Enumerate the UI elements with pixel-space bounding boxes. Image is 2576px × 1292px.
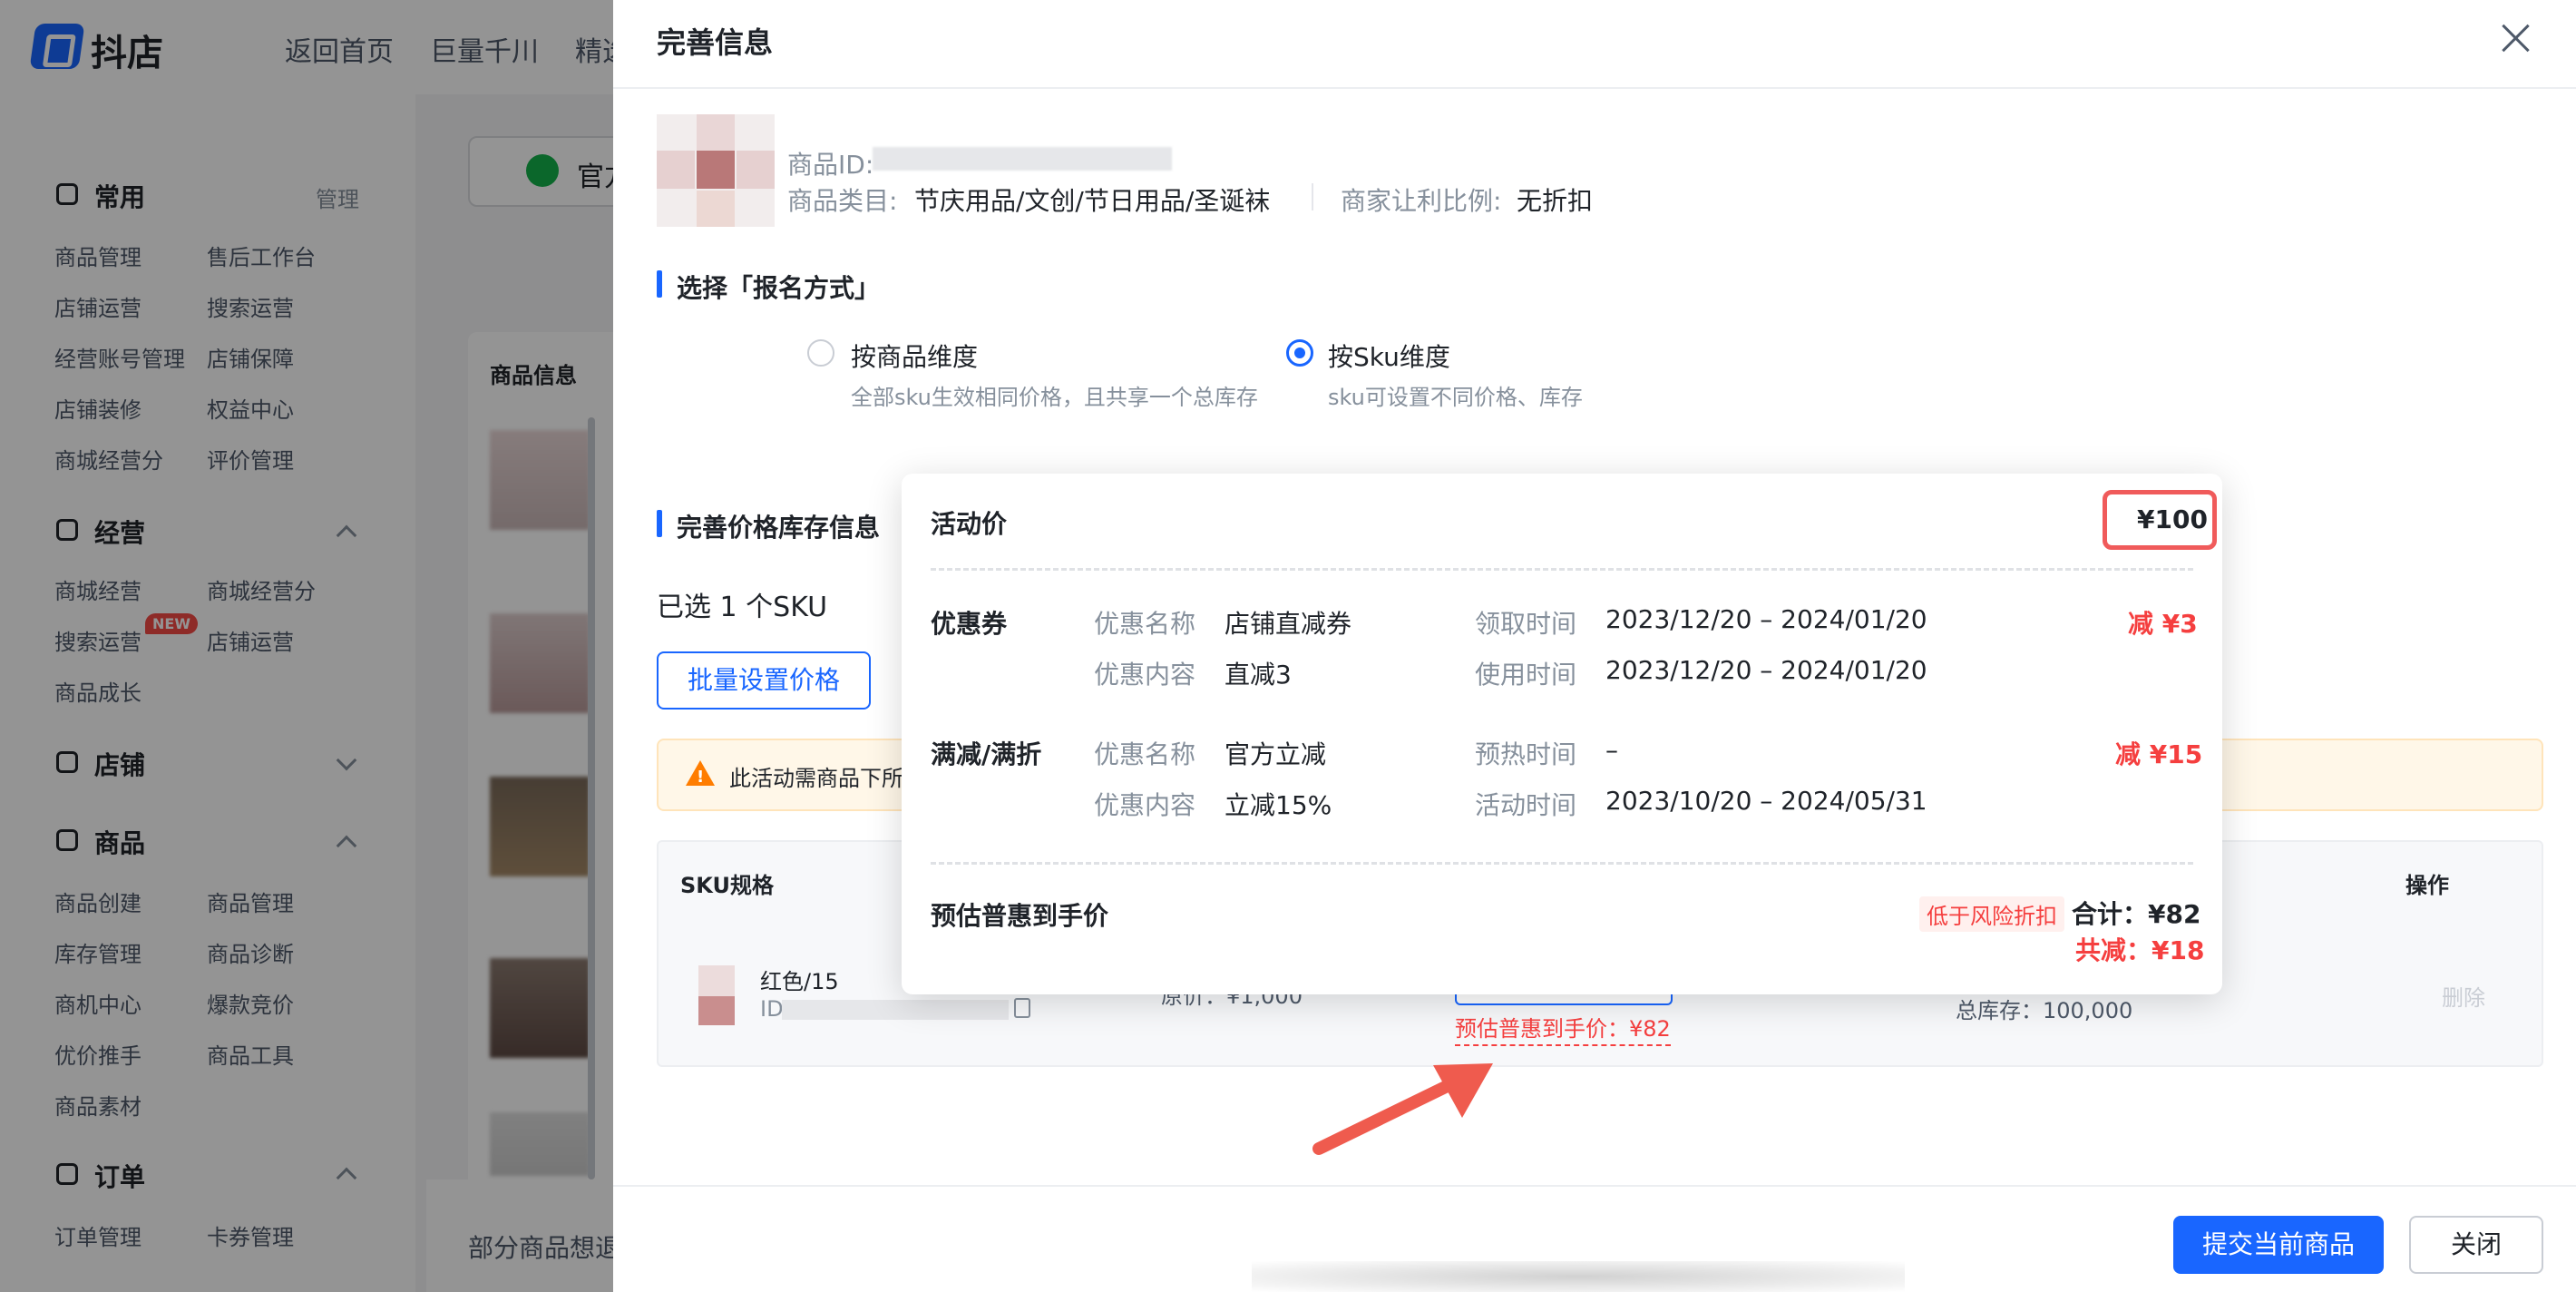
pointer-arrow-icon [1312,1063,1493,1155]
warning-text: 此活动需商品下所 [729,766,903,791]
sku-id-redacted [782,1000,1009,1020]
close-icon[interactable] [2500,22,2532,54]
estimated-price-link[interactable]: 预估普惠到手价：¥82 [1455,1011,1671,1046]
coupon-use-value: 2023/12/20 – 2024/01/20 [1605,655,1927,685]
sku-name: 红色/15 [760,969,839,994]
coupon-content-value: 直减3 [1225,660,1292,690]
copy-icon[interactable] [1014,998,1030,1018]
full-reduction-reduce: 减 ¥15 [2115,739,2203,769]
full-reduction-name-value: 官方立减 [1225,739,1327,769]
price-stock-title: 完善价格库存信息 [677,513,881,543]
radio-by-sku[interactable] [1286,339,1313,367]
product-id-label: 商品ID: [787,150,874,180]
full-reduction-content-value: 立减15% [1225,790,1332,820]
sku-thumbnail [698,965,735,1025]
full-reduction-preheat-value: – [1605,735,1618,765]
merchant-discount-value: 无折扣 [1517,186,1594,216]
product-image [657,114,775,227]
product-category-value: 节庆用品/文创/节日用品/圣诞袜 [914,186,1271,216]
radio-by-product[interactable] [807,339,834,367]
footer-shadow [1252,1261,1905,1292]
column-header-operation: 操作 [2405,873,2449,898]
batch-set-price-button[interactable]: 批量设置价格 [657,651,871,710]
coupon-use-label: 使用时间 [1475,660,1577,690]
radio-by-product-desc: 全部sku生效相同价格，且共享一个总库存 [851,385,1258,410]
divider [613,1185,2576,1187]
coupon-claim-value: 2023/12/20 – 2024/01/20 [1605,604,1927,634]
warning-icon-mark: ! [697,768,705,787]
section-marker [657,270,662,298]
divider [1312,183,1313,210]
full-reduction-name-label: 优惠名称 [1094,739,1196,769]
modal-title: 完善信息 [657,25,774,60]
full-reduction-heading: 满减/满折 [931,739,1042,769]
product-id-redacted [873,147,1172,171]
estimate-total: 合计：¥82 [2072,899,2201,929]
coupon-name-label: 优惠名称 [1094,609,1196,639]
sku-id-label: ID [760,996,784,1022]
radio-by-sku-desc: sku可设置不同价格、库存 [1328,385,1583,410]
coupon-name-value: 店铺直减券 [1225,609,1352,639]
activity-price-label: 活动价 [931,509,1008,539]
divider [613,87,2576,89]
delete-button[interactable]: 删除 [2442,980,2485,1012]
section-marker [657,510,662,537]
coupon-claim-label: 领取时间 [1475,609,1577,639]
full-reduction-active-value: 2023/10/20 – 2024/05/31 [1605,786,1927,816]
modal-overlay[interactable] [0,0,613,1292]
product-category-label: 商品类目: [787,186,898,216]
full-reduction-preheat-label: 预热时间 [1475,739,1577,769]
coupon-heading: 优惠券 [931,609,1008,639]
estimate-saved: 共减：¥18 [2075,935,2205,965]
column-header-sku: SKU规格 [680,873,774,898]
selected-sku-count: 已选 1 个SKU [657,592,828,623]
radio-by-sku-label[interactable]: 按Sku维度 [1328,338,1450,374]
dashed-divider [931,568,2193,571]
radio-by-product-label[interactable]: 按商品维度 [851,338,978,374]
full-reduction-active-label: 活动时间 [1475,790,1577,820]
close-button[interactable]: 关闭 [2409,1216,2543,1274]
merchant-discount-label: 商家让利比例: [1341,186,1502,216]
risk-discount-tag: 低于风险折扣 [1919,896,2064,932]
submit-product-button[interactable]: 提交当前商品 [2173,1216,2384,1274]
coupon-reduce: 减 ¥3 [2128,609,2198,639]
coupon-content-label: 优惠内容 [1094,660,1196,690]
estimate-label: 预估普惠到手价 [931,901,1109,931]
signup-method-title: 选择「报名方式」 [677,273,881,303]
dashed-divider [931,862,2193,865]
total-stock: 总库存：100,000 [1956,998,2133,1023]
activity-price-value: ¥100 [2137,504,2208,534]
full-reduction-content-label: 优惠内容 [1094,790,1196,820]
